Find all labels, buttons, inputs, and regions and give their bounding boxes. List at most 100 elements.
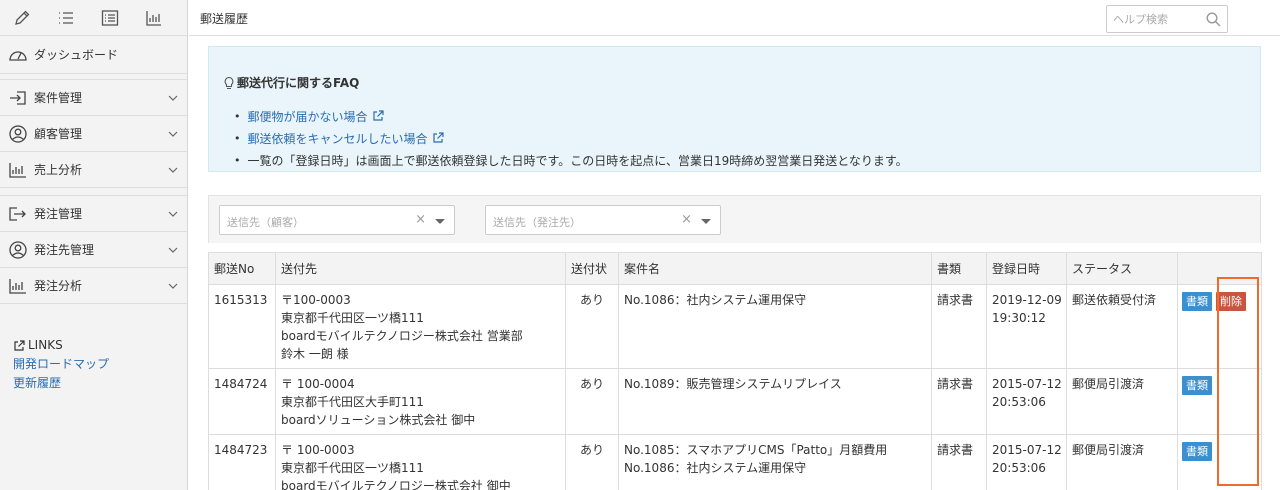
sidebar-item-label: 発注分析	[34, 279, 83, 293]
user-circle-icon	[7, 240, 29, 259]
list-item: 一覧の「登録日時」は画面上で郵送依頼登録した日時です。この日時を起点に、営業日1…	[234, 149, 908, 171]
registered-at: 2019-12-09 19:30:12	[986, 284, 1067, 369]
sidebar-item-sales-analysis[interactable]: 売上分析	[0, 152, 187, 188]
column-header[interactable]: 送付状	[565, 252, 619, 285]
status: 郵便局引渡済	[1066, 434, 1178, 490]
highlight-box	[1217, 277, 1259, 486]
pencil-icon[interactable]	[0, 0, 44, 36]
table-header-row: 郵送No 送付先 送付状 案件名 書類 登録日時 ステータス	[208, 252, 1262, 285]
external-link-icon	[432, 132, 444, 143]
registered-at: 2015-07-12 20:53:06	[986, 368, 1067, 435]
sidebar-item-label: 案件管理	[34, 91, 83, 105]
mail-no: 1484723	[208, 434, 276, 490]
table-row: 1484724 〒 100-0004 東京都千代田区大手町111 boardソリ…	[208, 368, 1262, 435]
search-icon[interactable]	[1206, 12, 1221, 27]
list-item: 郵便物が届かない場合	[234, 105, 908, 127]
external-link-icon	[14, 339, 25, 351]
clear-icon[interactable]: ×	[681, 212, 692, 227]
bar-chart-icon	[7, 161, 29, 179]
mail-no: 1615313	[208, 284, 276, 369]
chevron-down-icon	[159, 131, 187, 137]
recipient: 〒 100-0003 東京都千代田区一ツ橋111 boardモバイルテクノロジー…	[275, 434, 566, 490]
customer-filter-select[interactable]: 送信先（顧客） ×	[219, 205, 455, 235]
bar-chart-icon[interactable]	[132, 0, 176, 36]
sidebar-item-label: 発注管理	[34, 207, 83, 221]
clear-icon[interactable]: ×	[415, 212, 426, 227]
status: 郵便局引渡済	[1066, 368, 1178, 435]
sidebar-item-label: 発注先管理	[34, 243, 95, 257]
faq-note: 一覧の「登録日時」は画面上で郵送依頼登録した日時です。この日時を起点に、営業日1…	[247, 153, 908, 168]
document-button[interactable]: 書類	[1182, 442, 1212, 461]
cover-letter: あり	[565, 434, 619, 490]
document-button[interactable]: 書類	[1182, 376, 1212, 395]
faq-list: 郵便物が届かない場合 郵送依頼をキャンセルしたい場合 一覧の「登録日時」は画面上…	[234, 105, 908, 171]
column-header[interactable]: 書類	[931, 252, 987, 285]
search-input[interactable]	[1107, 6, 1203, 32]
changelog-link[interactable]: 更新履歴	[13, 374, 109, 393]
links-heading: LINKS	[13, 336, 109, 355]
sidebar-item-customers[interactable]: 顧客管理	[0, 116, 187, 152]
document-type: 請求書	[931, 434, 987, 490]
sign-in-icon	[7, 89, 29, 107]
mail-no: 1484724	[208, 368, 276, 435]
chevron-down-icon	[159, 211, 187, 217]
sidebar-item-label: 顧客管理	[34, 127, 83, 141]
cover-letter: あり	[565, 368, 619, 435]
document-type: 請求書	[931, 284, 987, 369]
project-names: No.1089：販売管理システムリプレイス	[618, 368, 932, 435]
bar-chart-icon	[7, 277, 29, 295]
faq-title: 郵送代行に関するFAQ	[222, 74, 359, 91]
sidebar-toolbar	[0, 0, 187, 36]
table-row: 1615313 〒100-0003 東京都千代田区一ツ橋111 boardモバイ…	[208, 284, 1262, 369]
project-names: No.1086：社内システム運用保守	[618, 284, 932, 369]
help-search	[1106, 5, 1228, 33]
registered-at: 2015-07-12 20:53:06	[986, 434, 1067, 490]
page-title: 郵送履歴	[200, 12, 249, 26]
vendor-filter-select[interactable]: 送信先（発注先） ×	[485, 205, 721, 235]
sidebar-item-dashboard[interactable]: ダッシュボード	[0, 36, 187, 74]
faq-link-cancel[interactable]: 郵送依頼をキャンセルしたい場合	[248, 130, 444, 147]
sidebar-item-label: 売上分析	[34, 163, 83, 177]
mail-history-table: 郵送No 送付先 送付状 案件名 書類 登録日時 ステータス 1615313 〒…	[208, 252, 1262, 490]
table-row: 1484723 〒 100-0003 東京都千代田区一ツ橋111 boardモバ…	[208, 434, 1262, 490]
links-section: LINKS 開発ロードマップ 更新履歴	[13, 336, 109, 393]
list-item: 郵送依頼をキャンセルしたい場合	[234, 127, 908, 149]
sidebar: ダッシュボード 案件管理 顧客管理 売上分析 発注管理 発注先管理 発注分析 L…	[0, 0, 188, 490]
faq-link-not-delivered[interactable]: 郵便物が届かない場合	[248, 108, 384, 125]
chevron-down-icon	[159, 247, 187, 253]
caret-down-icon[interactable]	[435, 219, 445, 224]
faq-box: 郵送代行に関するFAQ 郵便物が届かない場合 郵送依頼をキャンセルしたい場合 一…	[208, 46, 1261, 172]
column-header[interactable]: 案件名	[618, 252, 932, 285]
project-names: No.1085：スマホアプリCMS「Patto」月額費用 No.1086：社内シ…	[618, 434, 932, 490]
column-header[interactable]: 送付先	[275, 252, 566, 285]
cover-letter: あり	[565, 284, 619, 369]
list-icon[interactable]	[44, 0, 88, 36]
column-header[interactable]: ステータス	[1066, 252, 1178, 285]
chevron-down-icon	[159, 167, 187, 173]
column-header[interactable]: 郵送No	[208, 252, 276, 285]
chevron-down-icon	[159, 95, 187, 101]
share-icon	[7, 205, 29, 223]
sidebar-item-projects[interactable]: 案件管理	[0, 80, 187, 116]
caret-down-icon[interactable]	[701, 219, 711, 224]
main-content: 郵送代行に関するFAQ 郵便物が届かない場合 郵送依頼をキャンセルしたい場合 一…	[189, 37, 1280, 490]
external-link-icon	[372, 110, 384, 121]
lightbulb-icon	[224, 76, 234, 89]
roadmap-link[interactable]: 開発ロードマップ	[13, 355, 109, 374]
recipient: 〒 100-0004 東京都千代田区大手町111 boardソリューション株式会…	[275, 368, 566, 435]
document-type: 請求書	[931, 368, 987, 435]
chevron-down-icon	[159, 283, 187, 289]
sidebar-item-vendors[interactable]: 発注先管理	[0, 232, 187, 268]
document-button[interactable]: 書類	[1182, 292, 1212, 311]
list-box-icon[interactable]	[88, 0, 132, 36]
dashboard-icon	[7, 46, 29, 64]
recipient: 〒100-0003 東京都千代田区一ツ橋111 boardモバイルテクノロジー株…	[275, 284, 566, 369]
sidebar-item-order-analysis[interactable]: 発注分析	[0, 268, 187, 304]
column-header[interactable]: 登録日時	[986, 252, 1067, 285]
status: 郵送依頼受付済	[1066, 284, 1178, 369]
sidebar-item-label: ダッシュボード	[34, 48, 119, 62]
filter-bar: 送信先（顧客） × 送信先（発注先） ×	[208, 195, 1261, 243]
sidebar-item-orders[interactable]: 発注管理	[0, 196, 187, 232]
user-circle-icon	[7, 124, 29, 143]
top-bar: 郵送履歴	[189, 0, 1280, 36]
